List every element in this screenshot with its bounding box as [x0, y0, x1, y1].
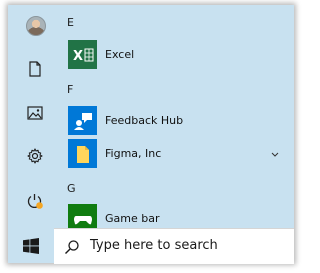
search-placeholder: Type here to search	[90, 238, 218, 253]
taskbar: Type here to search	[8, 228, 294, 264]
power-icon[interactable]	[24, 190, 46, 212]
app-item-figma-inc[interactable]: Figma, Inc	[68, 139, 288, 171]
app-label-game-bar: Game bar	[105, 212, 160, 225]
taskbar-search-box[interactable]: Type here to search	[54, 228, 294, 264]
feedback-hub-icon	[68, 106, 97, 135]
windows-logo-icon	[23, 237, 39, 254]
folder-icon	[68, 139, 97, 168]
start-menu: E X Excel F Feedback Hub Figma, Inc G Ga…	[8, 5, 294, 263]
section-letter-g: G	[67, 182, 76, 195]
document-icon[interactable]	[24, 58, 46, 80]
svg-text:X: X	[73, 49, 83, 63]
search-icon	[64, 239, 80, 255]
section-letter-e: E	[67, 16, 74, 29]
app-label-excel: Excel	[105, 48, 135, 61]
chevron-down-icon[interactable]	[271, 152, 279, 158]
section-letter-f: F	[67, 83, 74, 96]
app-label-feedback-hub: Feedback Hub	[105, 114, 184, 127]
pictures-icon[interactable]	[24, 102, 46, 124]
start-button[interactable]	[8, 228, 54, 263]
settings-gear-icon[interactable]	[24, 145, 46, 167]
excel-icon: X	[68, 40, 97, 69]
app-item-excel[interactable]: X Excel	[68, 40, 288, 72]
app-label-figma-inc: Figma, Inc	[105, 147, 162, 160]
app-item-feedback-hub[interactable]: Feedback Hub	[68, 106, 288, 138]
user-avatar[interactable]	[26, 16, 46, 36]
